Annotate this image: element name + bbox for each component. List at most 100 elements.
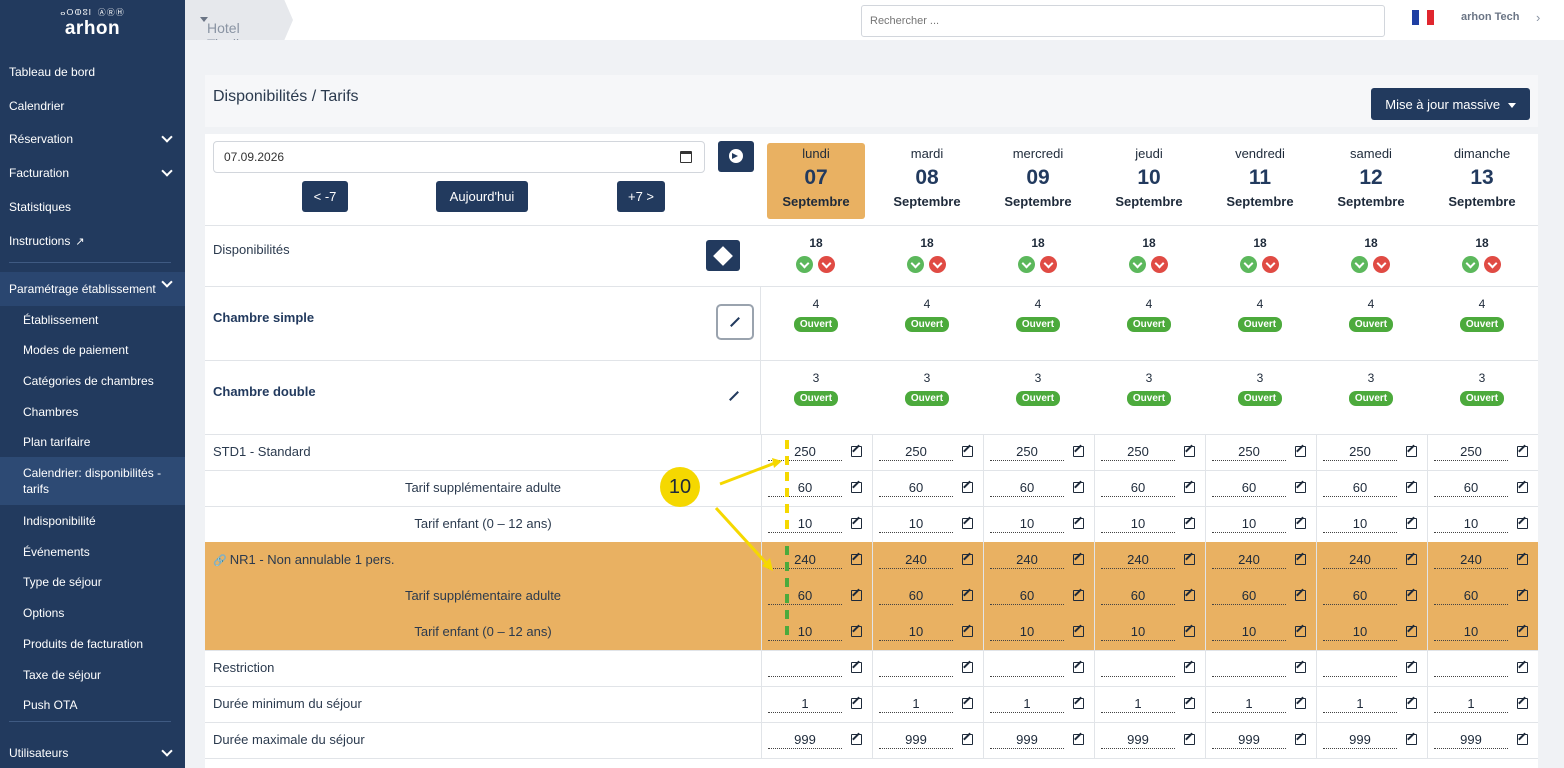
user-name[interactable]: arhon Tech — [1461, 11, 1519, 23]
rate-value[interactable]: 250 — [1323, 443, 1397, 461]
edit-icon[interactable] — [1406, 482, 1417, 493]
hotel-selector[interactable]: Hotel Tivoli — [185, 0, 293, 40]
sidebar-item-11[interactable]: Plan tarifaire — [0, 430, 185, 454]
edit-icon[interactable] — [1184, 482, 1195, 493]
decrease-icon[interactable] — [1373, 256, 1390, 273]
edit-icon[interactable] — [1184, 590, 1195, 601]
rate-value[interactable]: 10 — [1212, 515, 1286, 533]
edit-icon[interactable] — [851, 734, 862, 745]
edit-icon[interactable] — [851, 518, 862, 529]
edit-icon[interactable] — [1406, 734, 1417, 745]
edit-icon[interactable] — [962, 626, 973, 637]
sidebar-item-20[interactable]: Utilisateurs — [0, 741, 185, 765]
edit-icon[interactable] — [1406, 626, 1417, 637]
edit-icon[interactable] — [1184, 662, 1195, 673]
edit-icon[interactable] — [1073, 590, 1084, 601]
rate-value[interactable]: 10 — [1434, 623, 1508, 641]
day-header[interactable]: mardi 08 Septembre — [878, 143, 976, 219]
edit-icon[interactable] — [851, 626, 862, 637]
sidebar-item-1[interactable]: Calendrier — [0, 94, 185, 118]
day-header[interactable]: dimanche 13 Septembre — [1433, 143, 1531, 219]
rate-value[interactable]: 10 — [990, 623, 1064, 641]
rate-value[interactable]: 60 — [1323, 587, 1397, 605]
rate-value[interactable]: 60 — [1101, 587, 1175, 605]
sidebar-item-8[interactable]: Modes de paiement — [0, 338, 185, 362]
edit-icon[interactable] — [1406, 698, 1417, 709]
rate-value[interactable]: 10 — [1434, 515, 1508, 533]
decrease-icon[interactable] — [1040, 256, 1057, 273]
go-button[interactable] — [718, 141, 754, 172]
sidebar-item-19[interactable]: Push OTA — [0, 693, 185, 717]
edit-icon[interactable] — [1517, 518, 1528, 529]
edit-icon[interactable] — [1073, 662, 1084, 673]
rate-value[interactable] — [1212, 659, 1286, 677]
edit-icon[interactable] — [851, 662, 862, 673]
edit-icon[interactable] — [1295, 590, 1306, 601]
edit-icon[interactable] — [1406, 554, 1417, 565]
rate-value[interactable]: 250 — [1212, 443, 1286, 461]
increase-icon[interactable] — [1129, 256, 1146, 273]
rate-value[interactable]: 10 — [1101, 515, 1175, 533]
edit-icon[interactable] — [1406, 662, 1417, 673]
edit-icon[interactable] — [1517, 554, 1528, 565]
edit-icon[interactable] — [851, 698, 862, 709]
day-header[interactable]: jeudi 10 Septembre — [1100, 143, 1198, 219]
french-flag-icon[interactable] — [1412, 10, 1434, 25]
rate-value[interactable]: 60 — [1434, 587, 1508, 605]
rate-value[interactable]: 60 — [1323, 479, 1397, 497]
rate-value[interactable]: 60 — [879, 479, 953, 497]
edit-icon[interactable] — [851, 446, 862, 457]
sidebar-item-0[interactable]: Tableau de bord — [0, 60, 185, 84]
next-week-button[interactable]: +7 > — [617, 181, 665, 212]
rate-value[interactable]: 250 — [1101, 443, 1175, 461]
rate-value[interactable]: 999 — [1101, 731, 1175, 749]
rate-value[interactable]: 1 — [1101, 695, 1175, 713]
rate-value[interactable]: 240 — [879, 551, 953, 569]
edit-icon[interactable] — [962, 698, 973, 709]
sidebar-item-14[interactable]: Événements — [0, 540, 185, 564]
rate-value[interactable]: 1 — [990, 695, 1064, 713]
edit-icon[interactable] — [1517, 482, 1528, 493]
day-header[interactable]: mercredi 09 Septembre — [989, 143, 1087, 219]
rate-value[interactable]: 60 — [990, 587, 1064, 605]
rate-value[interactable]: 60 — [768, 587, 842, 605]
day-header[interactable]: vendredi 11 Septembre — [1211, 143, 1309, 219]
edit-icon[interactable] — [1073, 554, 1084, 565]
rate-value[interactable]: 10 — [768, 623, 842, 641]
rate-value[interactable]: 250 — [768, 443, 842, 461]
sidebar-item-17[interactable]: Produits de facturation — [0, 632, 185, 656]
edit-icon[interactable] — [1406, 590, 1417, 601]
edit-icon[interactable] — [962, 734, 973, 745]
rate-value[interactable]: 999 — [1323, 731, 1397, 749]
edit-icon[interactable] — [1184, 518, 1195, 529]
rate-value[interactable]: 60 — [990, 479, 1064, 497]
rate-value[interactable]: 1 — [1323, 695, 1397, 713]
rate-value[interactable]: 250 — [990, 443, 1064, 461]
edit-icon[interactable] — [1184, 626, 1195, 637]
rate-value[interactable]: 10 — [768, 515, 842, 533]
sidebar-item-2[interactable]: Réservation — [0, 127, 185, 151]
rate-value[interactable] — [1323, 659, 1397, 677]
edit-icon[interactable] — [1073, 734, 1084, 745]
sidebar-item-7[interactable]: Établissement — [0, 308, 185, 332]
edit-icon[interactable] — [851, 554, 862, 565]
edit-icon[interactable] — [1517, 446, 1528, 457]
decrease-icon[interactable] — [818, 256, 835, 273]
edit-icon[interactable] — [962, 590, 973, 601]
rate-value[interactable]: 10 — [879, 623, 953, 641]
rate-value[interactable]: 1 — [1434, 695, 1508, 713]
edit-icon[interactable] — [962, 446, 973, 457]
rate-value[interactable]: 240 — [768, 551, 842, 569]
edit-icon[interactable] — [1073, 518, 1084, 529]
rate-value[interactable]: 250 — [879, 443, 953, 461]
sidebar-item-12[interactable]: Calendrier: disponibilités - tarifs — [0, 457, 185, 505]
edit-icon[interactable] — [1073, 698, 1084, 709]
sidebar-item-5[interactable]: Instructions ↗ — [0, 229, 185, 253]
rate-value[interactable]: 60 — [1434, 479, 1508, 497]
sidebar-item-9[interactable]: Catégories de chambres — [0, 369, 185, 393]
rate-value[interactable]: 60 — [1212, 587, 1286, 605]
increase-icon[interactable] — [907, 256, 924, 273]
rate-value[interactable]: 60 — [1212, 479, 1286, 497]
rate-value[interactable]: 999 — [879, 731, 953, 749]
sidebar-item-6[interactable]: Paramétrage établissement — [0, 272, 185, 306]
